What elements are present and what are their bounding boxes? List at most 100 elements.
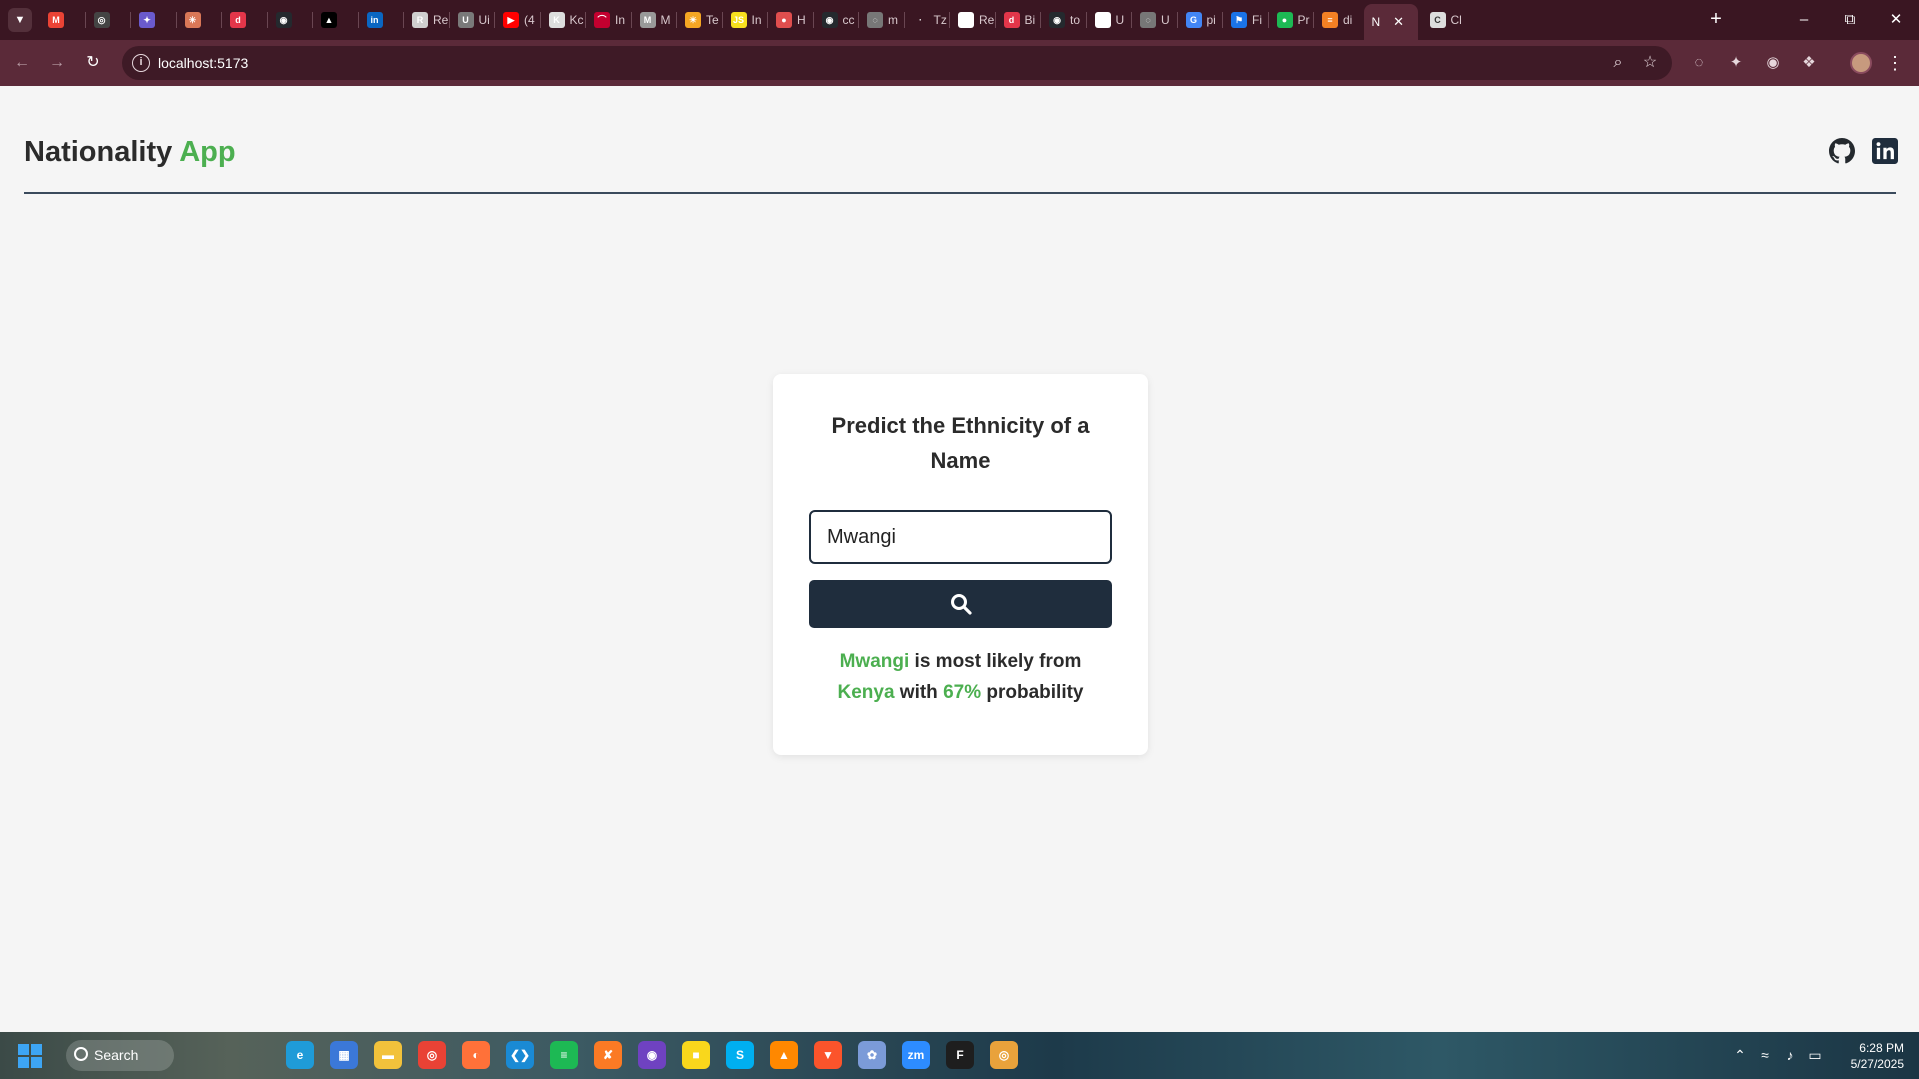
tab-separator bbox=[1267, 12, 1269, 28]
close-icon[interactable]: ✕ bbox=[1393, 14, 1404, 30]
vscode-icon[interactable]: ❮❯ bbox=[506, 1041, 534, 1069]
minimize-button[interactable]: – bbox=[1781, 0, 1827, 40]
tab-separator bbox=[858, 12, 859, 28]
colorful-extension-icon[interactable]: ✦ bbox=[1725, 52, 1747, 74]
puzzle-icon[interactable]: ❖ bbox=[1798, 52, 1820, 74]
tab-separator bbox=[266, 12, 268, 28]
tab-label: Bi bbox=[1024, 13, 1036, 27]
arc-icon: ⌒ bbox=[594, 12, 610, 28]
tab-label: Tz bbox=[933, 13, 947, 27]
windows-start-icon[interactable] bbox=[18, 1044, 42, 1068]
brave-icon[interactable]: ▼ bbox=[814, 1041, 842, 1069]
browser-tab-active[interactable]: N ✕ bbox=[1363, 4, 1418, 40]
browser-tab[interactable]: C Cl bbox=[1422, 6, 1476, 34]
chevron-down-icon[interactable]: ▼ bbox=[8, 8, 32, 32]
volume-icon[interactable]: ♪ bbox=[1780, 1044, 1800, 1066]
paint-icon[interactable]: ✿ bbox=[858, 1041, 886, 1069]
tab-separator bbox=[403, 12, 404, 28]
tab-separator bbox=[630, 12, 632, 28]
taskbar: Search e ▦ ▬ ◎ ◐ ❮❯ ≡ ✘ ◉ ■ S ▲ ▼ ✿ zm F ◎ ⌃ ≈ ♪ ▭ 6:28 PM … bbox=[0, 1032, 1919, 1079]
clock[interactable]: 6:28 PM 5/27/2025 bbox=[1834, 1040, 1904, 1072]
tab-label: In bbox=[615, 13, 626, 27]
tab-label: Re bbox=[433, 13, 449, 27]
reload-button[interactable]: ↻ bbox=[81, 51, 105, 75]
spotify-icon[interactable]: ≡ bbox=[550, 1041, 578, 1069]
vlc-icon[interactable]: ▲ bbox=[770, 1041, 798, 1069]
tab-label: (4 bbox=[524, 13, 535, 27]
tab-separator bbox=[812, 12, 814, 28]
sun-icon: ☀ bbox=[685, 12, 701, 28]
tab-separator bbox=[903, 12, 905, 28]
tab-separator bbox=[1176, 12, 1178, 28]
result-text-3: probability bbox=[981, 682, 1084, 703]
avatar[interactable] bbox=[1850, 52, 1872, 74]
forward-button[interactable]: → bbox=[45, 51, 69, 75]
tab-separator bbox=[1131, 12, 1132, 28]
circle-icon: ● bbox=[776, 12, 792, 28]
plus-icon[interactable]: + bbox=[1704, 8, 1728, 32]
github-icon: ◉ bbox=[821, 12, 838, 28]
close-window-button[interactable]: ✕ bbox=[1873, 0, 1919, 40]
zoom-app-icon[interactable]: zm bbox=[902, 1041, 930, 1069]
sticky-notes-icon[interactable]: ■ bbox=[682, 1041, 710, 1069]
linkedin-icon[interactable] bbox=[1872, 138, 1898, 164]
info-icon[interactable]: i bbox=[132, 54, 150, 72]
menu-icon[interactable]: ⋮ bbox=[1886, 52, 1904, 74]
taskbar-search[interactable]: Search bbox=[66, 1040, 174, 1071]
edge-icon[interactable]: e bbox=[286, 1041, 314, 1069]
page-icon: K bbox=[548, 12, 565, 28]
page-icon: U bbox=[457, 12, 474, 28]
search-button[interactable] bbox=[809, 580, 1112, 628]
folder-icon[interactable]: ▬ bbox=[374, 1041, 402, 1069]
globe-icon: ◌ bbox=[1140, 12, 1156, 28]
stack-icon: ≡ bbox=[1322, 12, 1338, 28]
result-probability: 67% bbox=[943, 682, 982, 703]
skype-icon[interactable]: S bbox=[726, 1041, 754, 1069]
chrome-icon[interactable]: ◎ bbox=[418, 1041, 446, 1069]
card-title: Predict the Ethnicity of a Name bbox=[831, 413, 1090, 473]
tab-separator bbox=[585, 12, 586, 28]
url-text[interactable]: localhost:5173 bbox=[158, 55, 248, 71]
github-desktop-icon[interactable]: ◉ bbox=[638, 1041, 666, 1069]
tab-separator bbox=[994, 12, 996, 28]
tab-separator bbox=[1313, 12, 1314, 28]
search-icon bbox=[951, 594, 972, 615]
tab-separator bbox=[175, 12, 177, 28]
google-icon: G bbox=[1185, 12, 1202, 28]
xampp-icon[interactable]: ✘ bbox=[594, 1041, 622, 1069]
figma-icon[interactable]: F bbox=[946, 1041, 974, 1069]
star-icon[interactable]: ☆ bbox=[1640, 53, 1660, 73]
brand-accent: App bbox=[179, 136, 236, 168]
app-page: Nationality App Predict the Ethnicity of… bbox=[0, 86, 1919, 1032]
github-icon: ◉ bbox=[1049, 12, 1065, 28]
firefox-icon[interactable]: ◐ bbox=[462, 1041, 490, 1069]
address-bar[interactable]: i localhost:5173 ⌕ ☆ bbox=[122, 46, 1672, 80]
badge-extension-icon[interactable]: ◉ bbox=[1762, 52, 1784, 74]
prediction-card: Predict the Ethnicity of a Name Mwangi i… bbox=[773, 374, 1148, 755]
prediction-result: Mwangi is most likely from Kenya with 67… bbox=[809, 646, 1112, 708]
tab-label: U bbox=[1161, 13, 1170, 27]
zoom-icon[interactable]: ⌕ bbox=[1608, 53, 1628, 73]
store-icon[interactable]: ▦ bbox=[330, 1041, 358, 1069]
chevron-up-icon[interactable]: ⌃ bbox=[1730, 1044, 1750, 1066]
wifi-icon[interactable]: ≈ bbox=[1755, 1044, 1775, 1066]
gmail-icon: M bbox=[48, 12, 64, 28]
tab-label: M bbox=[660, 13, 671, 27]
app-logo: Nationality App bbox=[24, 136, 236, 169]
tab-label: Re bbox=[979, 13, 995, 27]
back-button[interactable]: ← bbox=[10, 51, 34, 75]
page-icon: M bbox=[639, 12, 656, 28]
chrome-canary-icon[interactable]: ◎ bbox=[990, 1041, 1018, 1069]
restore-button[interactable]: ⧉ bbox=[1827, 0, 1873, 40]
tab-separator bbox=[221, 12, 222, 28]
tab-label: In bbox=[751, 13, 762, 27]
tab-bar: ▼ M ◎ ✦ ✳ d ◉ ▲ in R Re U Ui ▶ (4 K Kc ⌒ In M M ☀ Te JS In ● H ◉ cc… bbox=[0, 0, 1919, 40]
github-icon[interactable] bbox=[1829, 138, 1855, 164]
battery-icon[interactable]: ▭ bbox=[1805, 1044, 1825, 1066]
name-input[interactable] bbox=[809, 510, 1112, 564]
browser-tab[interactable]: ≡ di bbox=[1314, 6, 1368, 34]
circle-extension-icon[interactable]: ◌ bbox=[1688, 52, 1710, 74]
header-divider bbox=[24, 192, 1896, 194]
tab-separator bbox=[312, 12, 313, 28]
tab-label: U bbox=[1115, 13, 1125, 27]
